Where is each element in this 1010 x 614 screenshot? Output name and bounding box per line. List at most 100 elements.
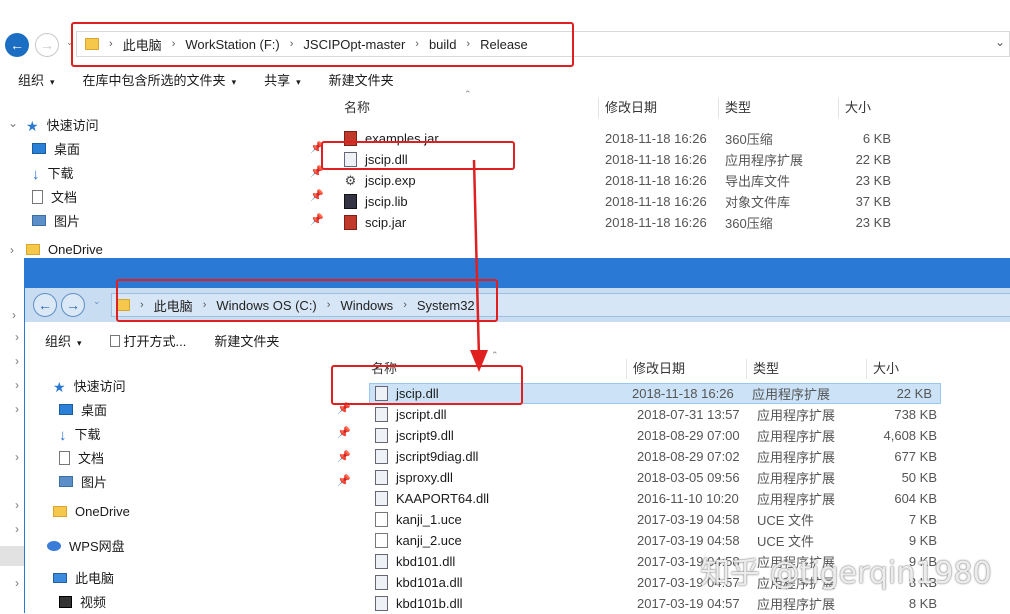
nav-desktop[interactable]: 桌面: [32, 139, 80, 158]
expand-chevron-icon[interactable]: ⌄: [8, 116, 18, 130]
nav-quick-access[interactable]: ★ 快速访问: [53, 376, 126, 395]
file-date: 2018-11-18 16:26: [605, 131, 707, 146]
column-name[interactable]: 名称: [338, 98, 599, 118]
nav-onedrive[interactable]: OneDrive: [53, 504, 130, 519]
file-row[interactable]: jscript.dll 2018-07-31 13:57 应用程序扩展 738 …: [375, 404, 937, 425]
new-folder-button[interactable]: 新建文件夹: [329, 70, 394, 89]
file-name: kanji_1.uce: [396, 512, 462, 527]
file-type: 应用程序扩展: [757, 429, 836, 444]
expand-chevron-icon: ›: [15, 378, 19, 392]
file-row[interactable]: jscript9diag.dll 2018-08-29 07:02 应用程序扩展…: [375, 446, 937, 467]
new-folder-button[interactable]: 新建文件夹: [214, 331, 279, 350]
pictures-icon: [59, 476, 73, 487]
pin-icon[interactable]: 📌: [337, 474, 351, 487]
pin-icon[interactable]: 📌: [337, 450, 351, 463]
dll-icon: [375, 596, 388, 611]
nav-videos[interactable]: 视频: [59, 592, 106, 611]
file-size: 604 KB: [894, 491, 937, 506]
nav-pictures[interactable]: 图片: [59, 472, 107, 491]
pin-icon[interactable]: 📌: [337, 426, 351, 439]
dll-icon: [375, 449, 388, 464]
organize-button[interactable]: 组织 ▾: [45, 331, 82, 350]
scroll-strip: [0, 546, 24, 566]
file-type: 360压缩: [725, 132, 773, 147]
expand-chevron-icon: ›: [15, 354, 19, 368]
nav-onedrive[interactable]: OneDrive: [26, 242, 103, 257]
dll-icon: [375, 407, 388, 422]
file-size: 23 KB: [855, 215, 891, 230]
file-size: 50 KB: [901, 470, 937, 485]
toolbar: 组织 ▾ 打开方式... 新建文件夹: [45, 331, 307, 350]
folder-icon: [53, 506, 67, 517]
file-row[interactable]: kbd101b.dll 2017-03-19 04:57 应用程序扩展 8 KB: [375, 593, 937, 614]
file-type: 对象文件库: [725, 195, 791, 210]
star-icon: ★: [26, 117, 39, 134]
back-button[interactable]: ←: [33, 293, 57, 317]
organize-button[interactable]: 组织 ▾: [18, 70, 55, 89]
file-row[interactable]: jscip.lib 2018-11-18 16:26 对象文件库 37 KB: [344, 191, 891, 212]
nav-documents[interactable]: 文档: [59, 448, 104, 467]
nav-desktop[interactable]: 桌面: [59, 400, 107, 419]
dll-icon: [375, 470, 388, 485]
file-size: 6 KB: [862, 131, 891, 146]
file-date: 2017-03-19 04:57: [637, 596, 740, 611]
address-dropdown-icon[interactable]: ⌄: [995, 35, 1005, 49]
expand-chevron-icon[interactable]: ›: [10, 243, 14, 257]
open-with-icon: [109, 334, 120, 347]
file-name: KAAPORT64.dll: [396, 491, 489, 506]
expand-chevron-icon: ›: [12, 308, 16, 322]
file-size: 8 KB: [908, 596, 937, 611]
column-date[interactable]: 修改日期: [627, 359, 747, 379]
annotation-box-source-file: [321, 141, 515, 170]
file-name: jsproxy.dll: [396, 470, 453, 485]
caret-down-icon: ▾: [77, 338, 82, 348]
column-size[interactable]: 大小: [839, 98, 899, 118]
file-name: kanji_2.uce: [396, 533, 462, 548]
nav-quick-access[interactable]: ★ 快速访问: [26, 115, 99, 134]
folder-icon: [26, 244, 40, 255]
file-row[interactable]: jscript9.dll 2018-08-29 07:00 应用程序扩展 4,6…: [375, 425, 937, 446]
nav-downloads[interactable]: ↓ 下载: [32, 163, 74, 183]
file-type: 导出库文件: [725, 174, 791, 189]
file-date: 2018-11-18 16:26: [632, 386, 734, 401]
file-name: scip.jar: [365, 215, 407, 230]
computer-icon: [53, 572, 67, 583]
file-row[interactable]: scip.jar 2018-11-18 16:26 360压缩 23 KB: [344, 212, 891, 233]
nav-this-pc[interactable]: 此电脑: [53, 568, 114, 587]
file-name: kbd101b.dll: [396, 596, 463, 611]
pin-icon[interactable]: 📌: [310, 213, 324, 226]
file-row[interactable]: jsproxy.dll 2018-03-05 09:56 应用程序扩展 50 K…: [375, 467, 937, 488]
star-icon: ★: [53, 378, 66, 395]
dll-icon: [375, 491, 388, 506]
dll-icon: [375, 575, 388, 590]
recent-locations-chevron[interactable]: ⌄: [93, 296, 101, 307]
column-type[interactable]: 类型: [747, 359, 867, 379]
include-library-button[interactable]: 在库中包含所选的文件夹 ▾: [83, 70, 237, 89]
file-type: 应用程序扩展: [757, 492, 836, 507]
forward-button[interactable]: →: [61, 293, 85, 317]
file-row[interactable]: ⚙ jscip.exp 2018-11-18 16:26 导出库文件 23 KB: [344, 170, 891, 191]
nav-documents[interactable]: 文档: [32, 187, 77, 206]
file-date: 2018-07-31 13:57: [637, 407, 740, 422]
gear-file-icon: ⚙: [344, 173, 357, 188]
column-date[interactable]: 修改日期: [599, 98, 719, 118]
forward-button[interactable]: →: [35, 33, 59, 57]
file-name: jscript9.dll: [396, 428, 454, 443]
back-button[interactable]: ←: [5, 33, 29, 57]
nav-wps[interactable]: WPS网盘: [47, 536, 125, 555]
file-date: 2016-11-10 10:20: [637, 491, 739, 506]
pin-icon[interactable]: 📌: [310, 189, 324, 202]
nav-pictures[interactable]: 图片: [32, 211, 80, 230]
share-button[interactable]: 共享 ▾: [264, 70, 301, 89]
expand-chevron-icon: ›: [15, 576, 19, 590]
file-name: jscip.lib: [365, 194, 408, 209]
nav-downloads[interactable]: ↓ 下载: [59, 424, 101, 444]
column-size[interactable]: 大小: [867, 359, 937, 379]
file-type: 应用程序扩展: [757, 408, 836, 423]
file-row[interactable]: kanji_1.uce 2017-03-19 04:58 UCE 文件 7 KB: [375, 509, 937, 530]
watermark-text: 知乎 @tigerqin1980: [700, 556, 992, 591]
file-date: 2018-08-29 07:00: [637, 428, 740, 443]
open-with-button[interactable]: 打开方式...: [109, 331, 186, 350]
file-row[interactable]: KAAPORT64.dll 2016-11-10 10:20 应用程序扩展 60…: [375, 488, 937, 509]
column-type[interactable]: 类型: [719, 98, 839, 118]
